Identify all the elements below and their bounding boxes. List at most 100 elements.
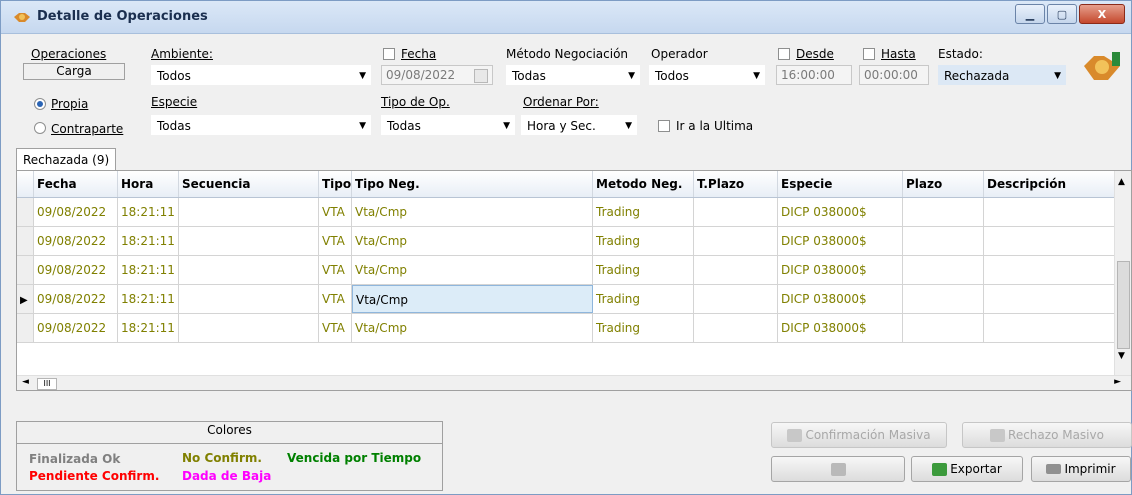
table-cell[interactable]: 09/08/2022	[34, 198, 118, 226]
exportar-button[interactable]: Exportar	[911, 456, 1023, 482]
header-descripcion[interactable]: Descripción	[984, 171, 1117, 197]
desde-input[interactable]: 16:00:00	[776, 65, 852, 85]
table-cell[interactable]	[984, 256, 1117, 284]
table-cell[interactable]: 18:21:11	[118, 227, 179, 255]
calendar-icon[interactable]	[474, 69, 488, 83]
table-cell[interactable]	[179, 314, 319, 342]
table-row[interactable]: ▶ 09/08/2022 18:21:11 VTA Vta/Cmp Trading DICP…	[17, 285, 1117, 314]
table-cell[interactable]: 18:21:11	[118, 285, 179, 313]
table-cell[interactable]: Vta/Cmp	[352, 198, 593, 226]
table-cell[interactable]	[903, 314, 984, 342]
table-cell[interactable]	[984, 198, 1117, 226]
table-cell[interactable]: Vta/Cmp	[352, 314, 593, 342]
table-cell[interactable]	[984, 285, 1117, 313]
table-cell[interactable]: 18:21:11	[118, 314, 179, 342]
scroll-down-icon[interactable]: ▼	[1118, 351, 1125, 361]
scroll-left-icon[interactable]: ◄	[22, 377, 29, 387]
scroll-thumb[interactable]	[1117, 261, 1130, 349]
table-cell[interactable]	[694, 314, 778, 342]
table-row[interactable]: 09/08/2022 18:21:11 VTA Vta/Cmp Trading DICP …	[17, 227, 1117, 256]
rechazo-masivo-button[interactable]: Rechazo Masivo	[962, 422, 1132, 448]
especie-select[interactable]: Todas ▼	[151, 115, 371, 135]
table-cell[interactable]	[179, 256, 319, 284]
header-tipo[interactable]: Tipo	[319, 171, 352, 197]
header-fecha[interactable]: Fecha	[34, 171, 118, 197]
header-hora[interactable]: Hora	[118, 171, 179, 197]
table-cell[interactable]: Vta/Cmp	[352, 256, 593, 284]
table-cell[interactable]: VTA	[319, 198, 352, 226]
table-cell[interactable]: Trading	[593, 285, 694, 313]
header-secuencia[interactable]: Secuencia	[179, 171, 319, 197]
table-row[interactable]: 09/08/2022 18:21:11 VTA Vta/Cmp Trading DICP …	[17, 256, 1117, 285]
imprimir-button[interactable]: Imprimir	[1031, 456, 1131, 482]
table-cell[interactable]: VTA	[319, 256, 352, 284]
table-cell[interactable]: 09/08/2022	[34, 256, 118, 284]
table-cell[interactable]: DICP 038000$	[778, 314, 903, 342]
fecha-input[interactable]: 09/08/2022	[381, 65, 493, 85]
metodo-select[interactable]: Todas ▼	[506, 65, 640, 85]
table-cell[interactable]	[903, 285, 984, 313]
confirmacion-masiva-button[interactable]: Confirmación Masiva	[771, 422, 947, 448]
scroll-right-icon[interactable]: ►	[1114, 377, 1121, 387]
table-cell[interactable]: 09/08/2022	[34, 285, 118, 313]
header-metodo-neg[interactable]: Metodo Neg.	[593, 171, 694, 197]
header-t-plazo[interactable]: T.Plazo	[694, 171, 778, 197]
table-cell[interactable]	[903, 256, 984, 284]
tipo-op-select[interactable]: Todas ▼	[381, 115, 515, 135]
fecha-checkbox[interactable]	[383, 48, 395, 60]
vertical-scrollbar[interactable]: ▲ ▼	[1114, 171, 1131, 375]
table-row[interactable]: 09/08/2022 18:21:11 VTA Vta/Cmp Trading DICP …	[17, 314, 1117, 343]
scroll-thumb-horizontal[interactable]: III	[37, 378, 57, 390]
estado-select[interactable]: Rechazada ▼	[938, 65, 1066, 85]
row-indicator[interactable]	[17, 314, 34, 342]
ordenar-select[interactable]: Hora y Sec. ▼	[521, 115, 637, 135]
header-tipo-neg[interactable]: Tipo Neg.	[352, 171, 593, 197]
row-indicator[interactable]	[17, 227, 34, 255]
table-cell[interactable]: DICP 038000$	[778, 198, 903, 226]
table-cell[interactable]	[179, 285, 319, 313]
scroll-up-icon[interactable]: ▲	[1118, 177, 1125, 187]
table-cell[interactable]: DICP 038000$	[778, 256, 903, 284]
tab-rechazada[interactable]: Rechazada (9)	[16, 148, 117, 171]
table-cell[interactable]	[694, 256, 778, 284]
table-cell[interactable]: Trading	[593, 227, 694, 255]
table-cell[interactable]: VTA	[319, 227, 352, 255]
table-cell[interactable]: 09/08/2022	[34, 227, 118, 255]
row-indicator[interactable]	[17, 256, 34, 284]
hasta-checkbox[interactable]	[863, 48, 875, 60]
operador-select[interactable]: Todos ▼	[649, 65, 765, 85]
hasta-input[interactable]: 00:00:00	[859, 65, 929, 85]
table-cell[interactable]: 09/08/2022	[34, 314, 118, 342]
table-cell[interactable]: DICP 038000$	[778, 227, 903, 255]
header-plazo[interactable]: Plazo	[903, 171, 984, 197]
table-row[interactable]: 09/08/2022 18:21:11 VTA Vta/Cmp Trading DICP …	[17, 198, 1117, 227]
table-cell[interactable]: Trading	[593, 256, 694, 284]
table-cell[interactable]	[984, 227, 1117, 255]
table-cell[interactable]: Vta/Cmp	[352, 285, 593, 313]
handshake-icon[interactable]	[1082, 50, 1122, 84]
table-cell[interactable]	[694, 285, 778, 313]
close-button[interactable]: X	[1079, 4, 1125, 24]
table-cell[interactable]	[984, 314, 1117, 342]
table-cell[interactable]: Trading	[593, 314, 694, 342]
table-cell[interactable]	[903, 198, 984, 226]
row-indicator[interactable]	[17, 198, 34, 226]
row-indicator[interactable]: ▶	[17, 285, 34, 313]
table-cell[interactable]: Trading	[593, 198, 694, 226]
table-cell[interactable]: VTA	[319, 285, 352, 313]
horizontal-scrollbar[interactable]: ◄ III ►	[17, 375, 1131, 390]
table-cell[interactable]: 18:21:11	[118, 198, 179, 226]
ambiente-select[interactable]: Todos ▼	[151, 65, 371, 85]
table-cell[interactable]: VTA	[319, 314, 352, 342]
table-cell[interactable]: 18:21:11	[118, 256, 179, 284]
table-cell[interactable]	[179, 198, 319, 226]
table-cell[interactable]	[694, 198, 778, 226]
header-especie[interactable]: Especie	[778, 171, 903, 197]
radio-contraparte[interactable]	[34, 122, 46, 134]
table-cell[interactable]: DICP 038000$	[778, 285, 903, 313]
radio-propia[interactable]	[34, 98, 46, 110]
table-cell[interactable]	[694, 227, 778, 255]
table-cell[interactable]: Vta/Cmp	[352, 227, 593, 255]
minimize-button[interactable]: ▁	[1015, 4, 1045, 24]
table-cell[interactable]	[179, 227, 319, 255]
